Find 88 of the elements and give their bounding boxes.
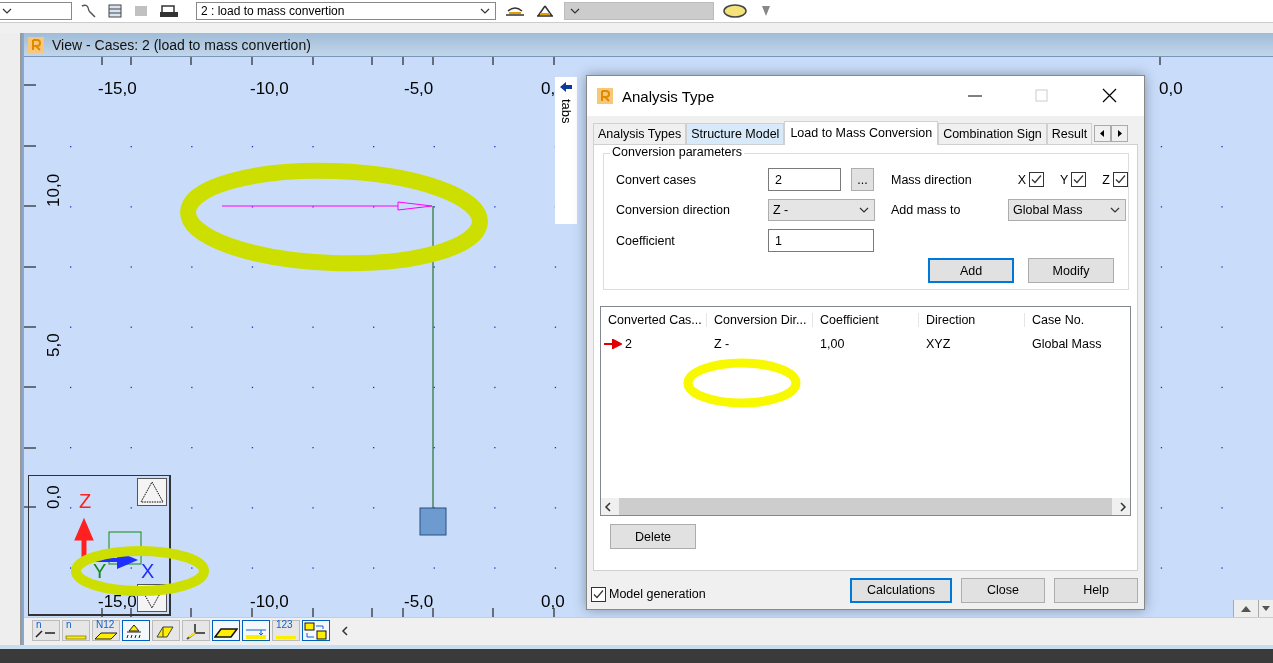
button[interactable]: Close [961, 577, 1045, 603]
tab[interactable]: Result [1046, 123, 1093, 144]
frame-button[interactable] [182, 620, 210, 641]
tab[interactable]: Load to Mass Conversion [784, 121, 939, 145]
node-number-icon [35, 630, 56, 638]
table-cell: 2 [625, 337, 632, 351]
tab[interactable]: Combination Sign [938, 123, 1047, 144]
checkbox[interactable] [1071, 172, 1087, 187]
node-icon [65, 635, 87, 640]
input-field[interactable]: 2 [768, 168, 841, 191]
tab[interactable]: Structure Model [686, 123, 785, 144]
tab[interactable]: Analysis Types [593, 123, 687, 144]
checkbox-label: Y [1060, 172, 1069, 187]
axis-label: 0,0 [1159, 79, 1183, 99]
load-value-icon [275, 635, 297, 640]
side-tab[interactable]: tabs [555, 77, 577, 224]
slab-icon [214, 628, 238, 638]
node-number-button[interactable]: n [32, 620, 60, 641]
support-node [419, 507, 447, 536]
column-header[interactable]: Direction [919, 313, 1025, 327]
button[interactable]: Add [928, 258, 1014, 283]
field-label: Mass direction [891, 172, 973, 187]
axis-label: 0,0 [541, 592, 565, 612]
table-cell-text: Z - [713, 337, 731, 351]
axis-label: -15,0 [98, 592, 137, 612]
table-icon[interactable] [106, 3, 124, 19]
input-field[interactable]: 1 [768, 229, 874, 252]
browse-button[interactable]: ... [851, 168, 874, 191]
dropdown[interactable]: Global Mass [1008, 199, 1126, 221]
checkbox[interactable] [1113, 172, 1128, 187]
app-logo-icon [597, 88, 613, 104]
slab-button[interactable] [212, 620, 240, 641]
group-title: Conversion parameters [610, 145, 744, 159]
load-value-button[interactable]: 123 [272, 620, 300, 641]
node-button[interactable]: n [62, 620, 90, 641]
axis-label: -10,0 [250, 592, 289, 612]
window-title: View - Cases: 2 (load to mass convertion) [52, 36, 311, 53]
swap-icon [304, 622, 327, 640]
release-button[interactable] [152, 620, 180, 641]
dialog-title: Analysis Type [622, 87, 715, 105]
axis-label: -5,0 [404, 592, 434, 612]
axis-letter: X [141, 560, 155, 583]
field-label: Convert cases [616, 172, 697, 187]
support-button[interactable] [122, 620, 150, 641]
column-header[interactable]: Coefficient [813, 313, 919, 327]
dropdown[interactable] [0, 2, 72, 20]
dropdown[interactable]: Z - [768, 199, 875, 221]
scroll-left-icon[interactable] [1094, 125, 1112, 142]
delete-button[interactable]: Delete [610, 524, 696, 549]
button[interactable]: Help [1054, 577, 1138, 603]
panel-number-button[interactable]: N12 [92, 620, 120, 641]
case-dropdown[interactable]: 2 : load to mass convertion [196, 2, 496, 20]
support-icon [126, 624, 142, 639]
table-cell-text: XYZ [925, 337, 952, 351]
panel-number-icon [94, 632, 118, 640]
field-label: Coefficient [616, 233, 676, 248]
load-button[interactable] [242, 620, 270, 641]
axis-label: 0, [541, 79, 556, 99]
scroll-right-icon[interactable] [1111, 125, 1129, 142]
axis-label: -10,0 [250, 79, 289, 99]
checkbox-label: Z [1102, 172, 1110, 187]
column-header[interactable]: Conversion Dir... [707, 313, 813, 327]
axis-label: 5,0 [44, 333, 64, 357]
axis-label: 10,0 [44, 173, 64, 207]
frame-icon [186, 623, 206, 640]
triangle-up-icon[interactable] [137, 478, 167, 506]
field-label: Conversion direction [616, 203, 731, 217]
axis-label: -15,0 [98, 79, 137, 99]
checkbox-label: Model generation [609, 587, 706, 601]
field-label: Add mass to [891, 203, 962, 217]
column-header[interactable]: Converted Cas... [601, 313, 707, 327]
checkbox[interactable] [1029, 172, 1044, 187]
release-icon [156, 626, 174, 638]
app-logo-icon [28, 36, 44, 53]
checkbox-label: X [1017, 172, 1026, 187]
axis-letter: Y [93, 560, 107, 583]
table-cell-text: Global Mass [1031, 337, 1103, 351]
button[interactable]: Modify [1028, 258, 1114, 283]
table-cell-text: 1,00 [819, 337, 846, 351]
column-header[interactable]: Case No. [1025, 313, 1130, 327]
arrow-left-icon [559, 81, 573, 93]
checkbox[interactable] [591, 586, 606, 602]
axis-label: 0,0 [44, 485, 64, 509]
axis-label: -5,0 [404, 79, 434, 99]
swap-button[interactable] [302, 620, 330, 641]
button[interactable]: Calculations [850, 577, 952, 603]
axis-letter: Z [79, 490, 92, 513]
ring-icon[interactable] [722, 2, 748, 20]
